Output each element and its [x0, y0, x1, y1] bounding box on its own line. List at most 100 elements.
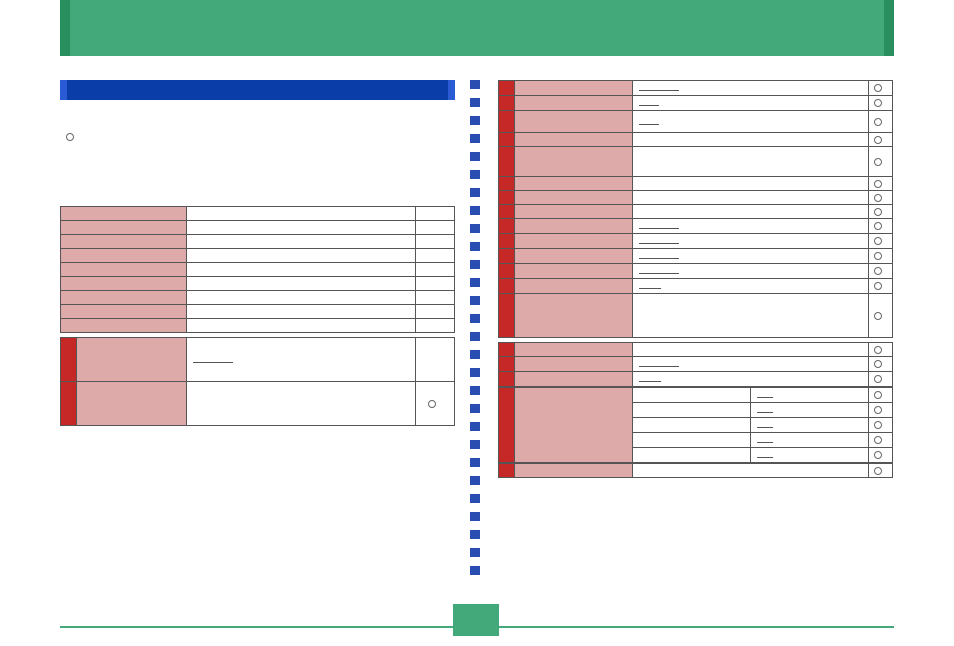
radio-cell	[869, 133, 893, 147]
radio-icon[interactable]	[874, 99, 882, 107]
radio-cell	[869, 219, 893, 234]
table-row	[61, 382, 455, 426]
row-text	[632, 96, 868, 111]
radio-icon[interactable]	[874, 421, 882, 429]
row-text	[632, 464, 868, 478]
radio-icon[interactable]	[874, 194, 882, 202]
right-table-main	[498, 80, 893, 338]
radio-icon[interactable]	[428, 400, 436, 408]
radio-icon[interactable]	[874, 118, 882, 126]
row-text	[632, 294, 868, 338]
row-text	[632, 357, 868, 372]
row-text	[187, 338, 416, 382]
table-row	[61, 291, 455, 305]
split-col-b	[751, 388, 869, 403]
row-label	[514, 264, 632, 279]
row-label	[514, 147, 632, 177]
row-label	[514, 133, 632, 147]
radio-icon[interactable]	[874, 158, 882, 166]
table-row	[499, 388, 893, 403]
split-col-b	[751, 433, 869, 448]
blank-line	[757, 435, 773, 443]
table-row	[499, 343, 893, 357]
table-row	[499, 147, 893, 177]
row-value	[187, 277, 416, 291]
radio-cell	[869, 96, 893, 111]
radio-icon[interactable]	[874, 360, 882, 368]
split-col-a	[632, 403, 750, 418]
row-text	[632, 234, 868, 249]
table-row	[499, 294, 893, 338]
radio-icon[interactable]	[874, 222, 882, 230]
blank-line	[639, 266, 679, 274]
split-col-b	[751, 403, 869, 418]
row-text	[632, 219, 868, 234]
right-table-split	[498, 387, 893, 463]
table-row	[499, 234, 893, 249]
row-label	[61, 263, 187, 277]
table-row	[499, 96, 893, 111]
table-row	[499, 205, 893, 219]
row-stripe	[499, 177, 515, 191]
radio-icon[interactable]	[874, 252, 882, 260]
row-aux	[415, 221, 454, 235]
section-title-bar	[60, 80, 455, 100]
row-stripe	[499, 147, 515, 177]
radio-icon[interactable]	[874, 84, 882, 92]
row-stripe	[499, 294, 515, 338]
radio-cell	[869, 433, 893, 448]
row-label	[61, 207, 187, 221]
row-text	[632, 81, 868, 96]
row-stripe	[499, 234, 515, 249]
row-stripe	[499, 81, 515, 96]
radio-cell	[869, 177, 893, 191]
table-row	[61, 249, 455, 263]
row-label	[514, 294, 632, 338]
row-text	[187, 382, 416, 426]
radio-cell	[869, 147, 893, 177]
right-table-lower	[498, 342, 893, 387]
blank-line	[757, 405, 773, 413]
radio-icon[interactable]	[874, 208, 882, 216]
radio-icon[interactable]	[874, 467, 882, 475]
radio-icon[interactable]	[874, 346, 882, 354]
radio-cell	[869, 372, 893, 387]
radio-icon[interactable]	[874, 406, 882, 414]
radio-icon[interactable]	[874, 451, 882, 459]
row-label	[514, 372, 632, 387]
row-aux	[415, 277, 454, 291]
row-label	[514, 249, 632, 264]
row-aux	[415, 305, 454, 319]
radio-cell	[869, 403, 893, 418]
row-label	[514, 279, 632, 294]
radio-icon[interactable]	[874, 312, 882, 320]
radio-icon[interactable]	[874, 237, 882, 245]
row-label	[61, 305, 187, 319]
row-value	[187, 235, 416, 249]
row-stripe	[499, 464, 515, 478]
radio-icon[interactable]	[874, 282, 882, 290]
page-header-banner	[60, 0, 894, 56]
radio-icon[interactable]	[874, 436, 882, 444]
radio-cell	[869, 249, 893, 264]
table-row	[499, 219, 893, 234]
table-row	[61, 338, 455, 382]
row-label	[514, 111, 632, 133]
radio-icon[interactable]	[874, 267, 882, 275]
row-text	[632, 372, 868, 387]
radio-icon[interactable]	[874, 391, 882, 399]
row-text	[632, 111, 868, 133]
row-label	[514, 96, 632, 111]
radio-icon[interactable]	[874, 375, 882, 383]
table-row	[499, 249, 893, 264]
table-row	[499, 464, 893, 478]
row-aux	[415, 319, 454, 333]
radio-icon[interactable]	[874, 180, 882, 188]
radio-icon[interactable]	[874, 136, 882, 144]
row-value	[187, 263, 416, 277]
row-text	[632, 279, 868, 294]
row-stripe	[499, 279, 515, 294]
row-aux	[415, 235, 454, 249]
row-label	[514, 191, 632, 205]
row-label	[76, 338, 186, 382]
